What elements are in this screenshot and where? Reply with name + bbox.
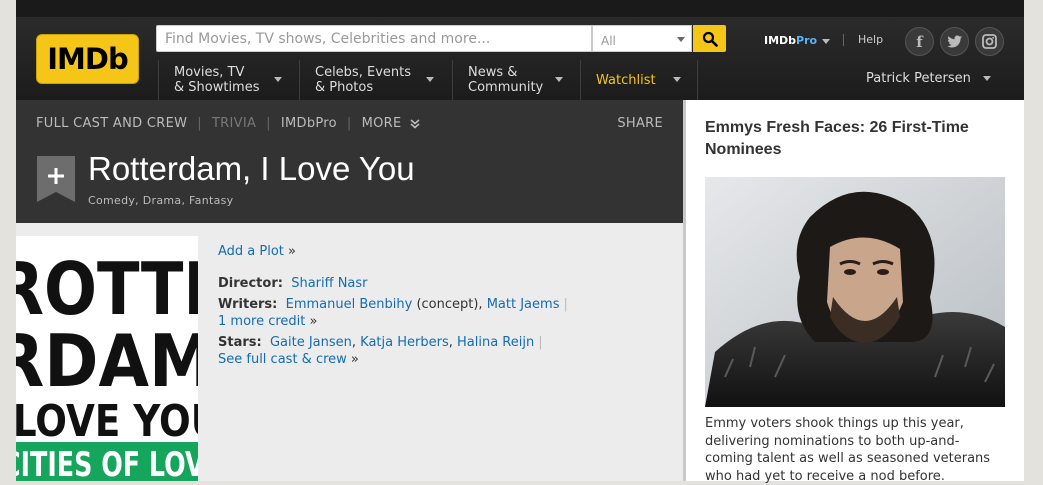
help-link[interactable]: Help	[858, 33, 883, 46]
divider: |	[266, 116, 271, 131]
site-header: IMDb All IMDbPro Help f Movies, TV& Show…	[16, 17, 1024, 100]
search-button[interactable]	[693, 25, 726, 52]
twitter-icon[interactable]	[940, 27, 969, 56]
nav-label: Movies, TV & Showtimes	[174, 65, 260, 95]
chevron-down-icon	[673, 77, 681, 82]
search-icon	[702, 31, 718, 47]
instagram-icon[interactable]	[975, 27, 1004, 56]
star-link[interactable]: Halina Reijn	[457, 335, 534, 350]
page-title: Rotterdam, I Love You	[88, 150, 415, 187]
news-headline[interactable]: Emmys Fresh Faces: 26 First-Time Nominee…	[705, 117, 1005, 161]
nav-line1: News &	[468, 65, 518, 80]
poster-line: CITIES OF LOVE	[16, 445, 198, 481]
nav-celebs-events[interactable]: Celebs, Events & Photos	[299, 60, 452, 100]
news-photo	[705, 177, 1005, 407]
add-plot-link[interactable]: Add a Plot	[218, 244, 284, 259]
writer-link[interactable]: Emmanuel Benbihy	[286, 297, 413, 312]
full-cast-link[interactable]: FULL CAST AND CREW	[36, 116, 187, 131]
divider: |	[197, 116, 202, 131]
share-button[interactable]: SHARE	[617, 116, 663, 131]
link-arrow: »	[309, 314, 318, 329]
top-strip	[16, 0, 1024, 18]
divider: |	[563, 297, 568, 312]
nav-line1: Movies, TV	[174, 65, 245, 80]
search-category-select[interactable]: All	[592, 25, 692, 52]
link-arrow: »	[350, 352, 359, 367]
news-summary: Emmy voters shook things up this year, d…	[705, 416, 991, 484]
poster-art: ROTTE RDAM I LOVE YOU CITIES OF LOVE	[16, 236, 198, 481]
nav-line2: & Showtimes	[174, 80, 260, 95]
stars-label: Stars:	[218, 335, 262, 350]
star-link[interactable]: Katja Herbers	[360, 335, 449, 350]
nav-news-community[interactable]: News & Community	[452, 60, 580, 100]
divider: |	[346, 116, 352, 131]
main-nav: Movies, TV & Showtimes Celebs, Events & Ph…	[158, 60, 698, 100]
star-link[interactable]: Gaite Jansen	[270, 335, 352, 350]
director-link[interactable]: Shariff Nasr	[291, 276, 367, 291]
full-cast-crew-link[interactable]: See full cast & crew	[218, 352, 347, 367]
genre-list: Comedy, Drama, Fantasy	[88, 194, 234, 207]
chevron-down-icon	[982, 76, 991, 81]
chevron-down-icon	[677, 37, 685, 42]
search-input[interactable]	[157, 26, 591, 51]
plus-icon	[37, 156, 75, 202]
writers-row: Writers: Emmanuel Benbihy (concept), Mat…	[218, 296, 658, 330]
nav-label: Celebs, Events & Photos	[315, 65, 411, 95]
imdb-logo[interactable]: IMDb	[36, 34, 139, 84]
nav-line1: Celebs, Events	[315, 65, 411, 80]
stars-row: Stars: Gaite Jansen, Katja Herbers, Hali…	[218, 335, 543, 367]
news-sidebar: Emmys Fresh Faces: 26 First-Time Nominee…	[686, 100, 1024, 484]
nav-line2: & Photos	[315, 80, 374, 95]
chevron-down-icon	[555, 77, 563, 82]
director-row: Director: Shariff Nasr	[218, 275, 658, 292]
trivia-link[interactable]: TRIVIA	[212, 116, 256, 131]
nav-label: News & Community	[468, 65, 543, 95]
poster-line: RDAM	[16, 319, 198, 403]
page-gutter	[1024, 0, 1043, 481]
writers-label: Writers:	[218, 297, 278, 312]
imdbpro-link[interactable]: IMDbPro	[281, 116, 337, 131]
title-details: Add a Plot » Director: Shariff Nasr Writ…	[218, 243, 658, 372]
user-menu[interactable]: Patrick Petersen	[866, 71, 991, 86]
more-credit-link[interactable]: 1 more credit	[218, 314, 305, 329]
nav-label: Watchlist	[596, 72, 656, 88]
chevron-down-icon	[822, 38, 831, 44]
chevron-down-icon	[426, 77, 434, 82]
nav-line2: Community	[468, 80, 544, 95]
facebook-icon[interactable]: f	[905, 27, 934, 56]
writer-link[interactable]: Matt Jaems	[487, 297, 560, 312]
movie-poster[interactable]: ROTTE RDAM I LOVE YOU CITIES OF LOVE	[16, 236, 198, 481]
writer-note: (concept),	[416, 297, 483, 312]
director-label: Director:	[218, 276, 283, 291]
chevron-down-icon	[274, 77, 282, 82]
news-image[interactable]	[705, 177, 1005, 407]
divider: |	[538, 335, 543, 350]
more-label: MORE	[361, 116, 402, 131]
title-subnav: FULL CAST AND CREW | TRIVIA | IMDbPro | …	[36, 116, 420, 131]
more-menu[interactable]: MORE	[362, 116, 420, 131]
imdbpro-suffix: Pro	[796, 34, 818, 47]
link-arrow: »	[288, 244, 297, 259]
imdbpro-menu[interactable]: IMDbPro	[764, 34, 831, 47]
double-chevron-down-icon	[410, 118, 420, 129]
nav-watchlist[interactable]: Watchlist	[580, 60, 698, 100]
imdbpro-label: IMDb	[764, 34, 797, 47]
title-bar: FULL CAST AND CREW | TRIVIA | IMDbPro | …	[16, 100, 683, 223]
search-category-label: All	[601, 34, 616, 48]
poster-line: I LOVE YOU	[16, 396, 198, 447]
user-name: Patrick Petersen	[866, 71, 971, 86]
title-overview: ROTTE RDAM I LOVE YOU CITIES OF LOVE Add…	[16, 223, 683, 481]
add-to-watchlist-button[interactable]	[37, 156, 75, 202]
search-box	[156, 25, 592, 52]
nav-movies-tv[interactable]: Movies, TV & Showtimes	[158, 60, 299, 100]
plot-row: Add a Plot »	[218, 243, 658, 260]
divider	[843, 34, 844, 46]
